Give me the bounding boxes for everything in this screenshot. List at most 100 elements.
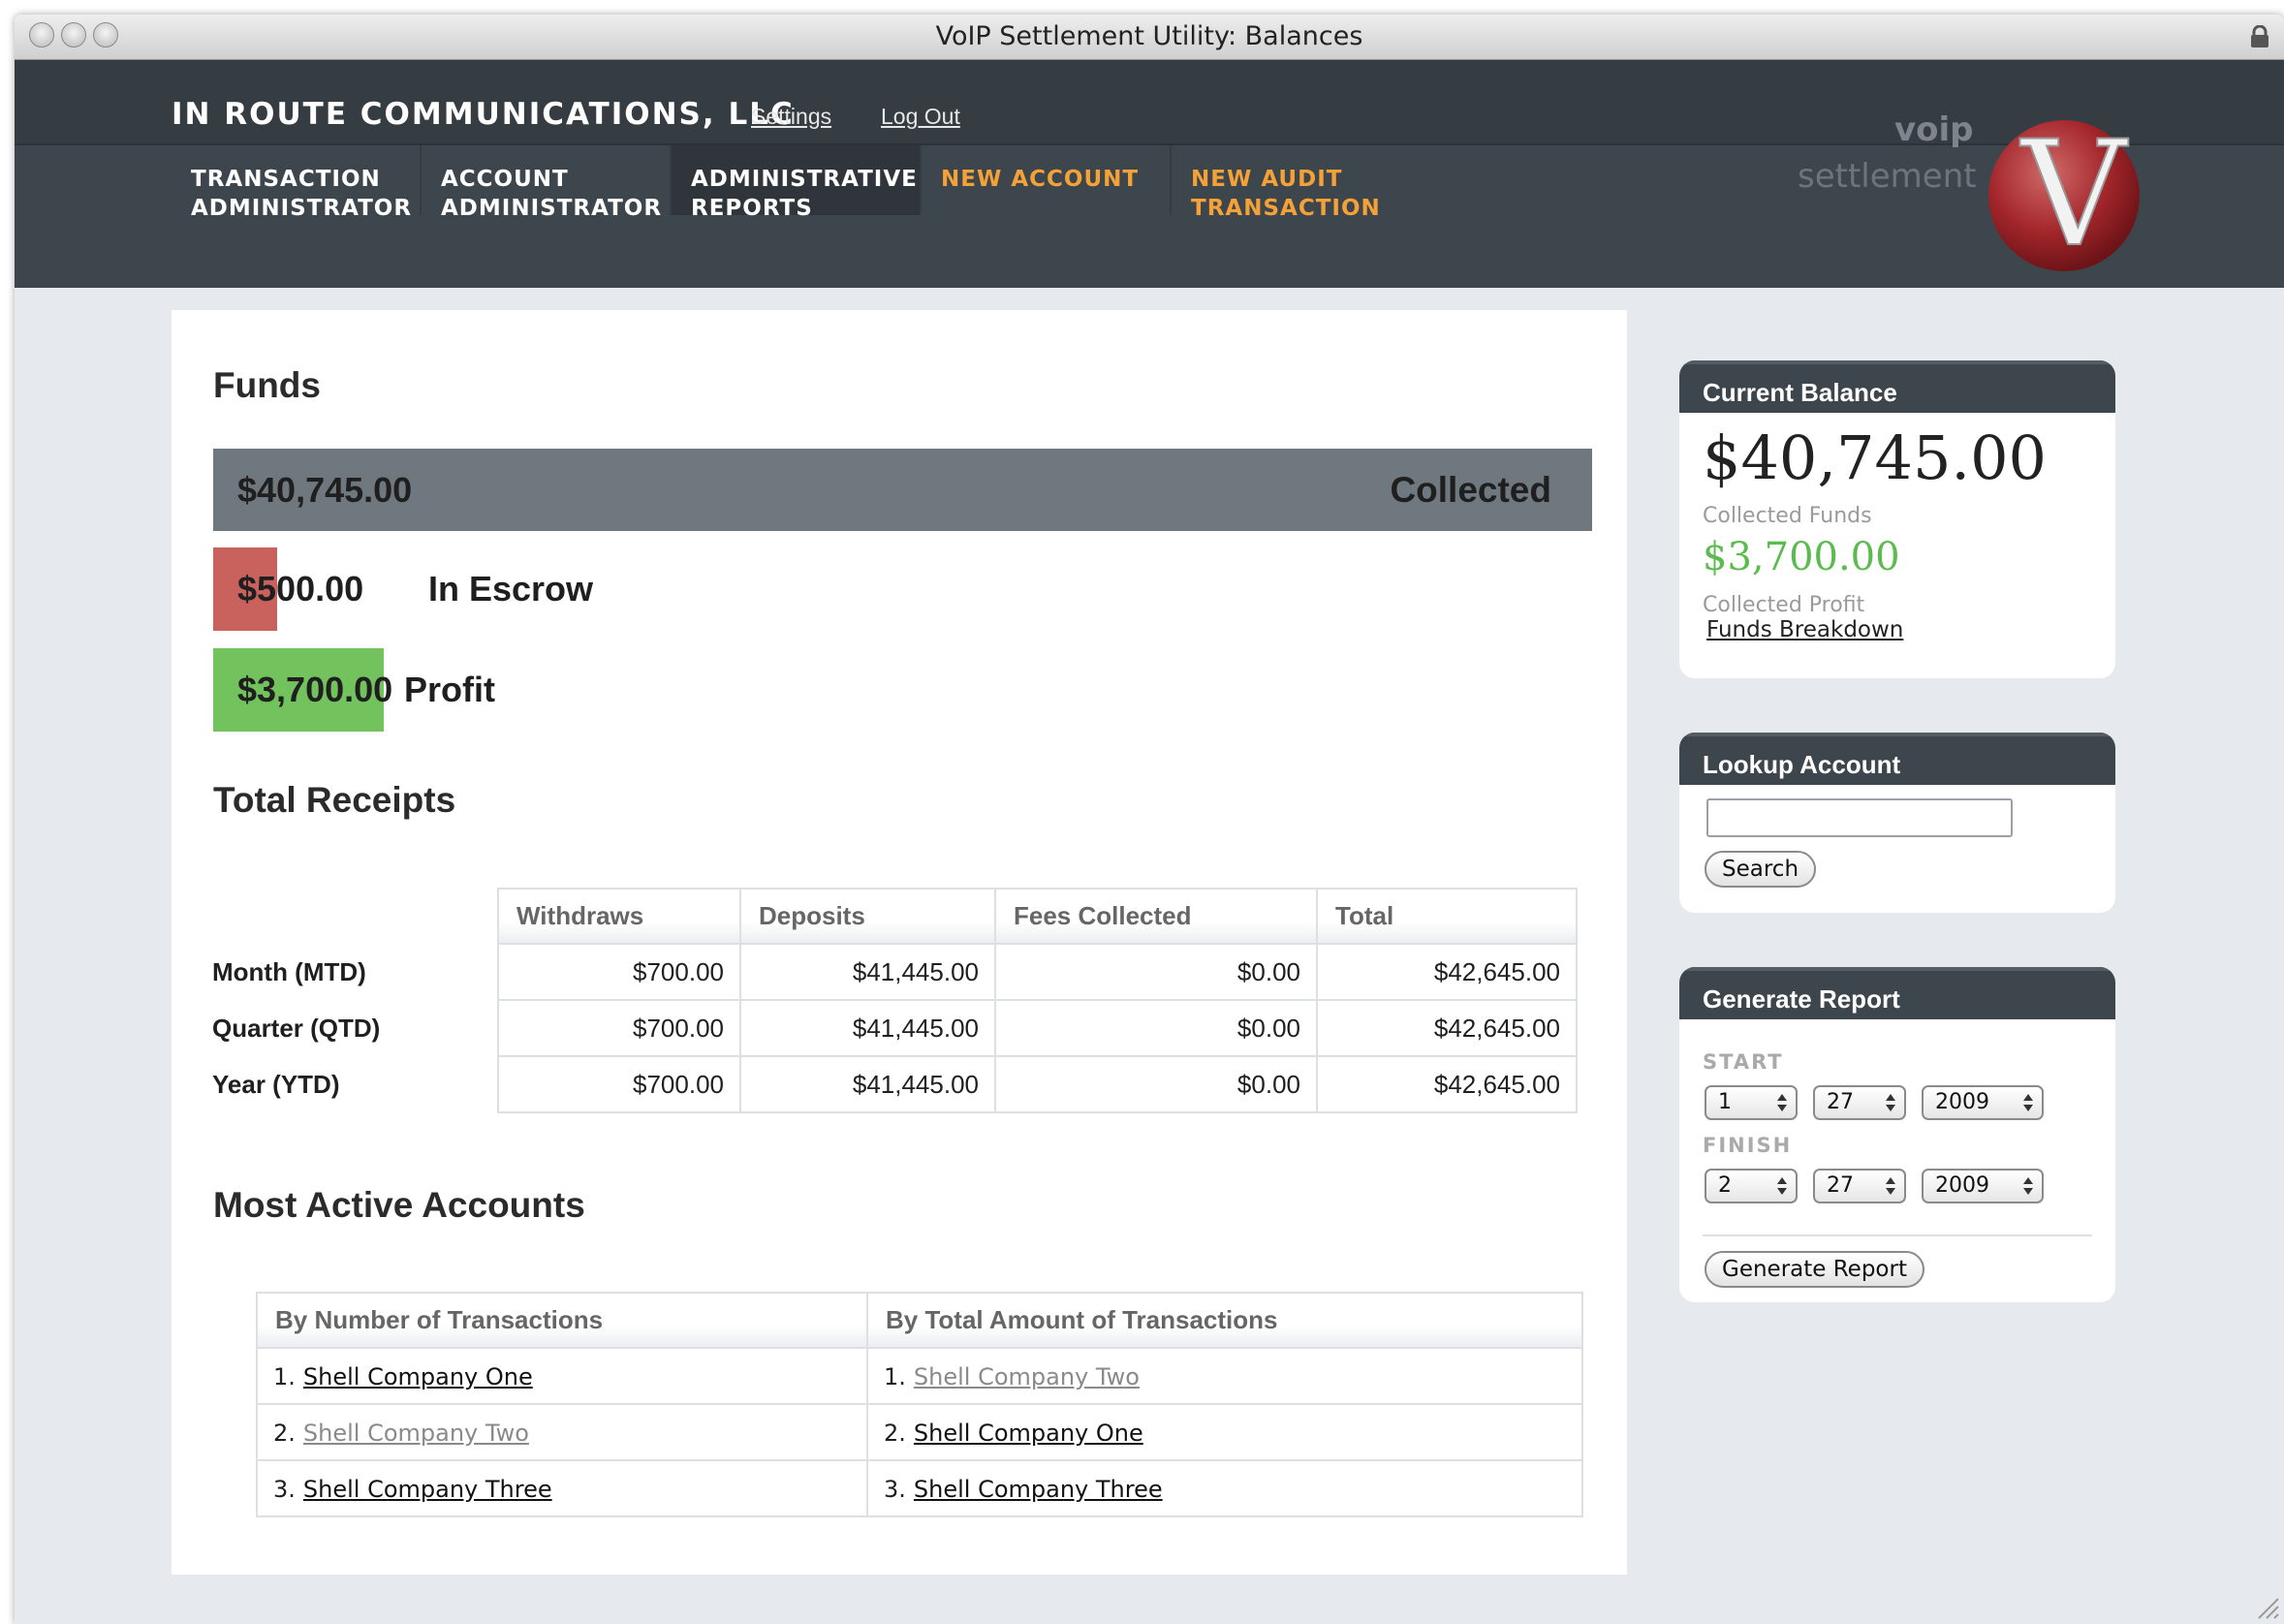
svg-text:V: V (2019, 110, 2129, 273)
account-link[interactable]: Shell Company Two (303, 1420, 529, 1447)
current-balance-value: $40,745.00 (1703, 422, 2047, 493)
table-cell: $700.00 (497, 943, 741, 1001)
active-accounts-table: By Number of Transactions By Total Amoun… (256, 1292, 1583, 1517)
start-year-select[interactable]: 2009 (1922, 1085, 2044, 1120)
v-logo-icon: V (1988, 109, 2140, 273)
escrow-value: $500.00 (237, 569, 364, 609)
panel-title: Current Balance (1679, 360, 2115, 413)
collected-funds-bar: $40,745.00 Collected (213, 449, 1592, 531)
panel-title: Generate Report (1679, 967, 2115, 1019)
collected-label: Collected (1390, 470, 1551, 510)
rank-number: 1. (273, 1362, 296, 1390)
rank-number: 2. (273, 1419, 296, 1447)
table-header-row: Withdraws Deposits Fees Collected Total (172, 888, 1578, 945)
table-row: 2. Shell Company Two 2. Shell Company One (256, 1403, 1583, 1461)
column-header: Fees Collected (994, 888, 1318, 945)
column-header: Deposits (739, 888, 996, 945)
table-cell: $700.00 (497, 1055, 741, 1113)
escrow-label: In Escrow (428, 569, 594, 609)
profit-value: $3,700.00 (237, 670, 393, 709)
stepper-arrows-icon (1777, 1094, 1787, 1111)
collected-profit-value: $3,700.00 (1703, 535, 1900, 579)
table-header-row: By Number of Transactions By Total Amoun… (256, 1292, 1583, 1349)
receipts-table: Withdraws Deposits Fees Collected Total … (172, 888, 1578, 1113)
collected-value: $40,745.00 (237, 470, 413, 510)
table-cell: $42,645.00 (1316, 999, 1578, 1057)
finish-month-select[interactable]: 2 (1705, 1169, 1798, 1203)
stepper-arrows-icon (2023, 1177, 2033, 1195)
table-cell: $700.00 (497, 999, 741, 1057)
account-link[interactable]: Shell Company Three (914, 1476, 1163, 1503)
table-cell: $41,445.00 (739, 943, 996, 1001)
company-name: IN ROUTE COMMUNICATIONS, LLC (172, 97, 795, 132)
nav-new-account[interactable]: NEW ACCOUNT (922, 145, 1170, 215)
row-label: Month (MTD) (212, 956, 366, 986)
logout-link[interactable]: Log Out (881, 104, 960, 130)
generate-report-panel: Generate Report START 1 27 2009 FINISH 2… (1679, 967, 2115, 1302)
start-month-select[interactable]: 1 (1705, 1085, 1798, 1120)
logo-settlement-text: settlement (1798, 157, 1977, 196)
table-row: Quarter (QTD) $700.00 $41,445.00 $0.00 $… (172, 999, 1578, 1057)
empty-header-cell (172, 889, 498, 944)
stepper-arrows-icon (2023, 1094, 2033, 1111)
finish-day-select[interactable]: 27 (1813, 1169, 1906, 1203)
rank-number: 2. (884, 1419, 906, 1447)
list-item: 3. Shell Company Three (256, 1459, 868, 1517)
panel-title: Lookup Account (1679, 733, 2115, 785)
title-bar: VoIP Settlement Utility: Balances (15, 15, 2284, 60)
start-day-select[interactable]: 27 (1813, 1085, 1906, 1120)
table-cell: $0.00 (994, 999, 1318, 1057)
rank-number: 1. (884, 1362, 906, 1390)
divider (1703, 1234, 2092, 1236)
list-item: 1. Shell Company Two (866, 1347, 1583, 1405)
most-active-accounts-heading: Most Active Accounts (213, 1185, 585, 1225)
table-row: 1. Shell Company One 1. Shell Company Two (256, 1347, 1583, 1405)
list-item: 2. Shell Company One (866, 1403, 1583, 1461)
table-cell: $42,645.00 (1316, 943, 1578, 1001)
account-search-input[interactable] (1706, 798, 2013, 837)
stepper-arrows-icon (1777, 1177, 1787, 1195)
resize-grip-icon[interactable] (2253, 1593, 2280, 1620)
total-receipts-heading: Total Receipts (213, 780, 456, 820)
row-label: Year (YTD) (212, 1069, 340, 1099)
generate-report-button[interactable]: Generate Report (1705, 1251, 1924, 1288)
funds-breakdown-link[interactable]: Funds Breakdown (1706, 617, 1903, 642)
nav-account-administrator[interactable]: ACCOUNT ADMINISTRATOR (422, 145, 670, 221)
main-content: Funds $40,745.00 Collected $500.00 In Es… (172, 310, 1627, 1575)
stepper-arrows-icon (1886, 1094, 1895, 1111)
list-item: 3. Shell Company Three (866, 1459, 1583, 1517)
table-cell: $42,645.00 (1316, 1055, 1578, 1113)
list-item: 1. Shell Company One (256, 1347, 868, 1405)
lookup-account-panel: Lookup Account Search (1679, 733, 2115, 913)
rank-number: 3. (884, 1475, 906, 1503)
table-cell: $0.00 (994, 1055, 1318, 1113)
profit-label: Profit (404, 670, 495, 709)
stepper-arrows-icon (1886, 1177, 1895, 1195)
start-label: START (1703, 1050, 1784, 1074)
lock-icon (2251, 25, 2268, 47)
column-header: By Number of Transactions (256, 1292, 868, 1349)
settings-link[interactable]: Settings (751, 104, 831, 130)
account-link[interactable]: Shell Company One (303, 1363, 533, 1390)
finish-year-select[interactable]: 2009 (1922, 1169, 2044, 1203)
nav-administrative-reports[interactable]: ADMINISTRATIVE REPORTS (672, 145, 920, 221)
account-link[interactable]: Shell Company Three (303, 1476, 552, 1503)
table-row: 3. Shell Company Three 3. Shell Company Th… (256, 1459, 1583, 1517)
nav-new-audit-transaction[interactable]: NEW AUDIT TRANSACTION (1172, 145, 1420, 221)
list-item: 2. Shell Company Two (256, 1403, 868, 1461)
table-cell: $41,445.00 (739, 1055, 996, 1113)
table-row: Year (YTD) $700.00 $41,445.00 $0.00 $42,… (172, 1055, 1578, 1113)
table-row: Month (MTD) $700.00 $41,445.00 $0.00 $42… (172, 943, 1578, 1001)
finish-label: FINISH (1703, 1134, 1793, 1157)
column-header: By Total Amount of Transactions (866, 1292, 1583, 1349)
current-balance-panel: Current Balance $40,745.00 Collected Fun… (1679, 360, 2115, 678)
account-link[interactable]: Shell Company Two (914, 1363, 1140, 1390)
collected-funds-label: Collected Funds (1703, 504, 1872, 528)
column-header: Total (1316, 888, 1578, 945)
search-button[interactable]: Search (1705, 851, 1817, 888)
collected-profit-label: Collected Profit (1703, 593, 1865, 617)
account-link[interactable]: Shell Company One (914, 1420, 1143, 1447)
nav-transaction-administrator[interactable]: TRANSACTION ADMINISTRATOR (172, 145, 420, 221)
table-cell: $41,445.00 (739, 999, 996, 1057)
row-label: Quarter (QTD) (212, 1013, 381, 1043)
